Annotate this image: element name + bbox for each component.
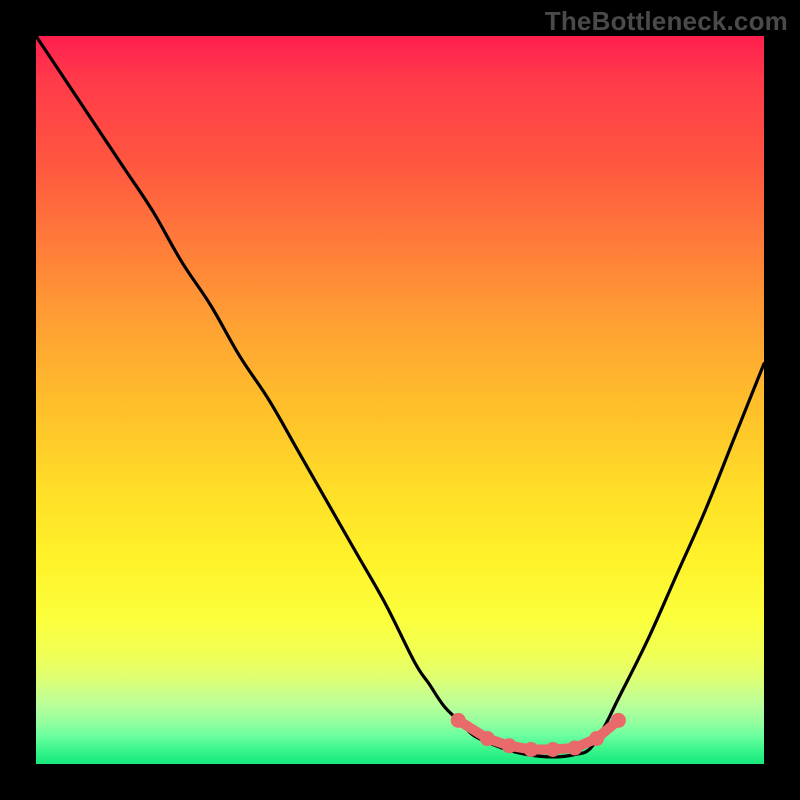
marker-dot [451,713,466,728]
bottleneck-curve [36,36,764,757]
chart-svg [36,36,764,764]
chart-frame: TheBottleneck.com [0,0,800,800]
marker-dot [589,731,604,746]
watermark-text: TheBottleneck.com [545,6,788,37]
marker-dot [567,740,582,755]
marker-dot [480,731,495,746]
marker-dot [611,713,626,728]
marker-dot [545,742,560,757]
plot-area [36,36,764,764]
marker-dot [502,738,517,753]
marker-dot [524,742,539,757]
